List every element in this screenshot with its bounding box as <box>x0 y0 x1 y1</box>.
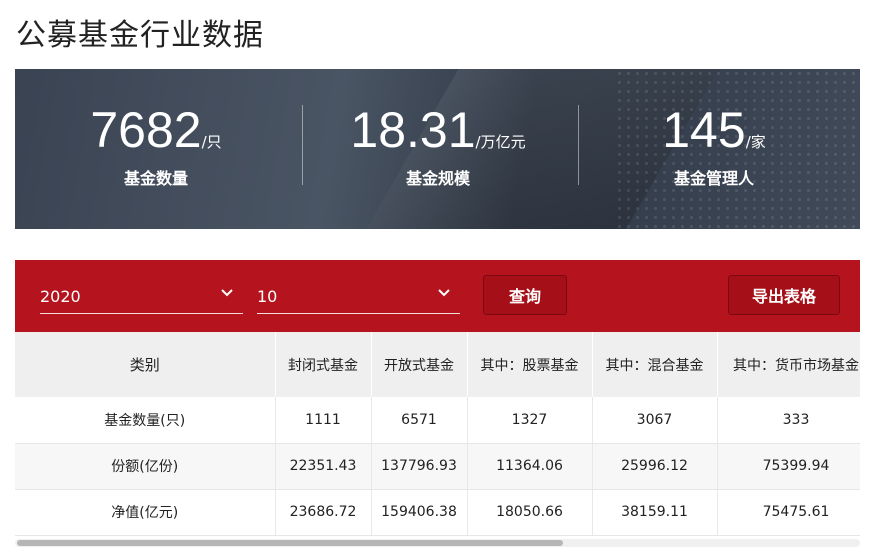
table-cell: 75399.94 <box>717 443 860 490</box>
month-select-value: 10 <box>257 287 278 306</box>
table-cell: 份额(亿份) <box>15 443 276 490</box>
table-cell: 6571 <box>371 397 468 444</box>
stat-fund-scale: 18.31/万亿元 基金规模 <box>297 69 579 229</box>
chevron-down-icon <box>221 289 233 297</box>
table-cell: 23686.72 <box>275 489 372 536</box>
column-header: 其中：货币市场基金 <box>717 332 860 397</box>
stat-value: 18.31 <box>350 102 476 158</box>
horizontal-scrollbar[interactable] <box>15 539 860 547</box>
stat-unit: /万亿元 <box>475 133 526 151</box>
table-row: 净值(亿元) 23686.72 159406.38 18050.66 38159… <box>15 489 860 536</box>
stat-fund-count: 7682/只 基金数量 <box>15 69 297 229</box>
stats-banner: 7682/只 基金数量 18.31/万亿元 基金规模 145/家 基金管理人 <box>15 69 860 229</box>
stat-value: 7682 <box>90 102 202 158</box>
month-select[interactable]: 10 <box>257 280 460 314</box>
stat-label: 基金数量 <box>123 169 188 188</box>
table-cell: 基金数量(只) <box>15 397 276 444</box>
chevron-down-icon <box>438 289 450 297</box>
stat-fund-managers: 145/家 基金管理人 <box>573 69 855 229</box>
table-cell: 75475.61 <box>717 489 860 536</box>
fund-data-table: 类别 封闭式基金 开放式基金 其中：股票基金 其中：混合基金 其中：货币市场基金… <box>15 332 860 536</box>
stat-unit: /家 <box>745 133 766 151</box>
column-header: 封闭式基金 <box>275 332 372 397</box>
table-cell: 18050.66 <box>467 489 593 536</box>
table-header-row: 类别 封闭式基金 开放式基金 其中：股票基金 其中：混合基金 其中：货币市场基金 <box>15 332 860 397</box>
table-cell: 3067 <box>592 397 718 444</box>
table-row: 份额(亿份) 22351.43 137796.93 11364.06 25996… <box>15 443 860 490</box>
stat-label: 基金规模 <box>405 169 470 188</box>
stat-value: 145 <box>662 102 746 158</box>
table-cell: 333 <box>717 397 860 444</box>
export-table-button[interactable]: 导出表格 <box>728 275 840 315</box>
page-title: 公募基金行业数据 <box>16 18 264 53</box>
column-header: 类别 <box>15 332 276 397</box>
year-select[interactable]: 2020 <box>40 280 243 314</box>
column-header: 其中：混合基金 <box>592 332 718 397</box>
year-select-value: 2020 <box>40 287 81 306</box>
table-row: 基金数量(只) 1111 6571 1327 3067 333 <box>15 397 860 444</box>
table-cell: 净值(亿元) <box>15 489 276 536</box>
stat-label: 基金管理人 <box>673 169 754 188</box>
scrollbar-thumb[interactable] <box>17 540 563 546</box>
column-header: 其中：股票基金 <box>467 332 593 397</box>
table-cell: 25996.12 <box>592 443 718 490</box>
table-cell: 22351.43 <box>275 443 372 490</box>
table-cell: 38159.11 <box>592 489 718 536</box>
table-cell: 1111 <box>275 397 372 444</box>
table-cell: 137796.93 <box>371 443 468 490</box>
table-cell: 1327 <box>467 397 593 444</box>
stat-unit: /只 <box>201 133 222 151</box>
column-header: 开放式基金 <box>371 332 468 397</box>
table-cell: 159406.38 <box>371 489 468 536</box>
filter-bar: 2020 10 查询 导出表格 <box>15 260 860 332</box>
query-button[interactable]: 查询 <box>483 275 567 315</box>
table-cell: 11364.06 <box>467 443 593 490</box>
